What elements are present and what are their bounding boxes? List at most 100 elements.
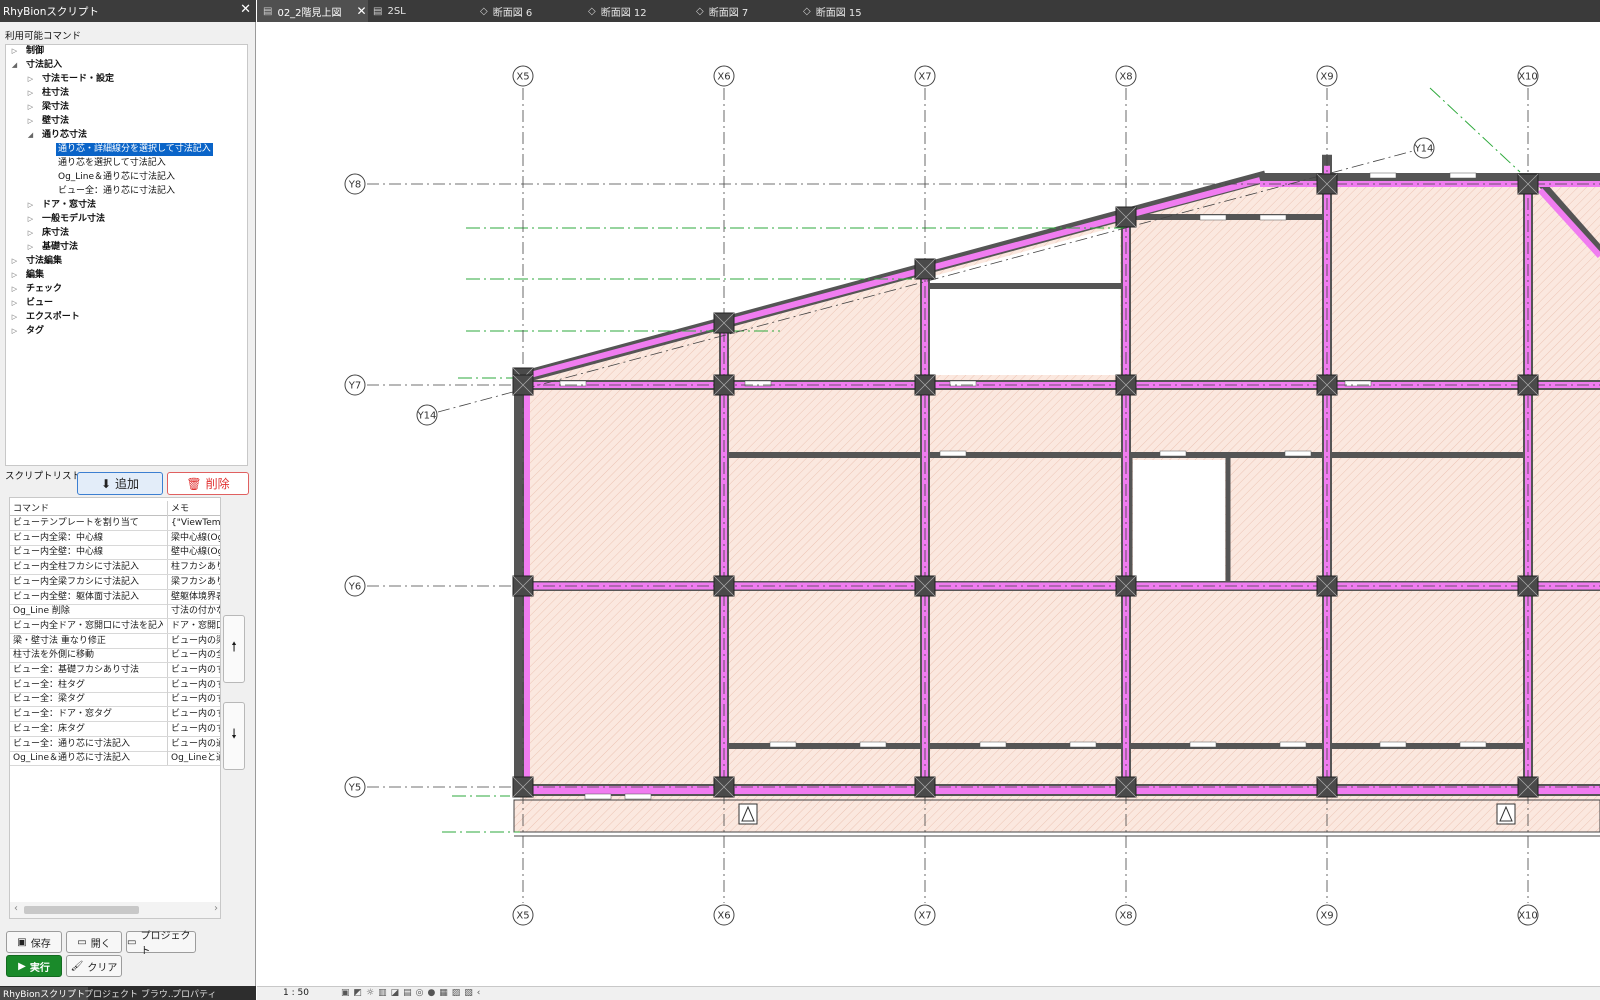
floor-plan-icon: ▤ [263, 5, 273, 17]
tab-label: 断面図 6 [492, 7, 533, 19]
panel-titlebar: RhyBionスクリプト ✕ [0, 0, 256, 22]
table-row[interactable]: ビュー全：ドア・窓タグ ビュー内のすべ [10, 707, 220, 723]
footing-strip [513, 799, 1600, 833]
collapsed-arrow-icon[interactable]: ▷ [10, 311, 19, 324]
scale-readout[interactable]: 1 : 50 [283, 988, 309, 998]
reference-line [1429, 87, 1521, 173]
collapsed-arrow-icon[interactable]: ▷ [26, 101, 35, 114]
table-row[interactable]: ビュー全：通り芯に寸法記入 ビュー内の通り [10, 736, 220, 752]
tab-2sl[interactable]: ▤ 2SL [367, 0, 467, 22]
window-opening [1159, 450, 1187, 457]
table-row[interactable]: Og_Line 削除 寸法の付かな [10, 604, 220, 620]
run-button-label: 実行 [29, 962, 50, 974]
run-button[interactable]: ▶ 実行 [6, 955, 62, 977]
table-row[interactable]: ビュー内全柱フカシに寸法記入 柱フカシあり寸 [10, 560, 220, 576]
tree-item-label: エクスポート [26, 312, 80, 322]
table-row[interactable]: ビュー全：床タグ ビュー内のすべ [10, 721, 220, 737]
table-row[interactable]: ビュー内全ドア・窓開口に寸法を記入ドア・窓開口に [10, 618, 220, 634]
column-header-command[interactable]: コマンド [13, 501, 49, 514]
cell-memo: 梁中心線(Og [167, 530, 220, 545]
drawing-canvas[interactable]: X5 X5 X6 X6 X7 X7 X8 X8 X9 X9 X10 X10 Y8 Y7 Y6 Y5 Y14 Y14 [257, 22, 1600, 986]
grid-bubble-label: Y14 [1414, 144, 1434, 155]
grid-bubble-label: Y7 [348, 381, 361, 392]
horizontal-scrollbar[interactable]: ‹ › [10, 902, 220, 918]
collapsed-arrow-icon[interactable]: ▷ [10, 269, 19, 282]
column-header-memo[interactable]: メモ [167, 501, 189, 516]
tab-section-15[interactable]: ◇ 断面図 15 [797, 0, 897, 22]
open-button-label: 開く [90, 938, 111, 950]
collapsed-arrow-icon[interactable]: ▷ [26, 213, 35, 226]
cell-command: ビュー内全ドア・窓開口に寸法を記入 [13, 620, 163, 631]
project-button-label: プロジェクト [140, 931, 191, 957]
grid-bubble-left: Y5 [344, 776, 366, 798]
open-button[interactable]: ▭ 開く [66, 931, 122, 953]
cell-command: Og_Line＆通り芯に寸法記入 [13, 753, 131, 764]
opening [1133, 460, 1225, 582]
floor-plan-drawing[interactable]: X5 X5 X6 X6 X7 X7 X8 X8 X9 X9 X10 X10 Y8 Y7 Y6 Y5 Y14 Y14 [257, 22, 1600, 986]
project-button[interactable]: ▭ プロジェクト [126, 931, 196, 957]
tab-section-12[interactable]: ◇ 断面図 12 [582, 0, 682, 22]
table-row[interactable]: ビューテンプレートを割り当て {"ViewTempla [10, 516, 220, 531]
grid-bubble-label: X10 [1518, 72, 1538, 83]
tree-item-label: 寸法記入 [26, 60, 63, 70]
close-icon[interactable]: ✕ [357, 4, 367, 18]
scroll-right-icon[interactable]: › [214, 903, 218, 914]
tab-floor-plan-2f[interactable]: ▤ 02_2階見上図 ✕ [257, 0, 368, 22]
cell-command: ビュー全：基礎フカシあり寸法 [13, 665, 140, 675]
bottom-tab-rhybion[interactable]: RhyBionスクリプト [0, 987, 89, 1000]
save-button-label: 保存 [30, 938, 51, 950]
window-opening [584, 793, 612, 800]
command-tree[interactable]: ▷ 制御 ◢ 寸法記入 ▷ 寸法モード・設定 ▷ 柱寸法 ▷ 梁寸法 ▷ 壁寸法 ◢ 通り芯寸法 通り芯・詳… [5, 44, 248, 466]
cell-memo: 寸法の付かな [167, 604, 220, 619]
tab-label: 断面図 7 [708, 7, 749, 19]
table-row[interactable]: 梁・壁寸法 重なり修正 ビュー内の梁寸 [10, 633, 220, 649]
collapsed-arrow-icon[interactable]: ▷ [10, 325, 19, 338]
play-icon: ▶ [18, 960, 26, 972]
clear-button[interactable]: 🖌 クリア [66, 955, 122, 977]
tree-item-label: 通り芯寸法 [42, 130, 88, 140]
add-button[interactable]: ⬇ 追加 [77, 472, 163, 495]
section-icon: ◇ [480, 5, 488, 17]
table-row[interactable]: Og_Line＆通り芯に寸法記入 Og_Lineと通り [10, 751, 220, 767]
collapsed-arrow-icon[interactable]: ▷ [10, 297, 19, 310]
save-button[interactable]: ▣ 保存 [6, 931, 62, 953]
move-up-button[interactable]: 🠕 [223, 615, 245, 683]
scroll-left-icon[interactable]: ‹ [14, 903, 18, 914]
table-row[interactable]: ビュー内全梁フカシに寸法記入 梁フカシあり寸 [10, 574, 220, 590]
grid-bubble-label: X6 [717, 72, 730, 83]
bottom-tab-project-browser[interactable]: プロジェクト ブラウ... [84, 987, 176, 1000]
collapsed-arrow-icon[interactable]: ▷ [26, 241, 35, 254]
delete-button[interactable]: 🗑 削除 [167, 472, 249, 495]
tab-section-7[interactable]: ◇ 断面図 7 [690, 0, 790, 22]
table-row[interactable]: ビュー内全壁：躯体面寸法記入 壁躯体境界表 [10, 589, 220, 605]
collapsed-arrow-icon[interactable]: ▷ [10, 255, 19, 268]
collapsed-arrow-icon[interactable]: ▷ [26, 199, 35, 212]
cell-command: ビュー内全柱フカシに寸法記入 [13, 562, 140, 573]
table-row[interactable]: ビュー全：柱タグ ビュー内のすべ [10, 677, 220, 693]
window-opening [624, 793, 652, 800]
table-row[interactable]: ビュー全：基礎フカシあり寸法 ビュー内のすべ [10, 663, 220, 678]
tab-section-6[interactable]: ◇ 断面図 6 [474, 0, 574, 22]
scroll-thumb[interactable] [24, 906, 139, 914]
collapsed-arrow-icon[interactable]: ▷ [26, 227, 35, 240]
close-icon[interactable]: ✕ [240, 2, 251, 17]
view-control-icons[interactable]: ▣◩☼▥◪▤◎●▦▨▧‹ [341, 988, 484, 998]
table-row[interactable]: ビュー内全壁：中心線 壁中心線(Og [10, 545, 220, 561]
script-table[interactable]: コマンド メモ ビューテンプレートを割り当て{"ViewTemplaビュー内全梁… [9, 497, 221, 919]
grid-bubble-top: X10 [1517, 65, 1539, 87]
expanded-arrow-icon[interactable]: ◢ [26, 129, 35, 142]
table-row[interactable]: ビュー内全梁：中心線 梁中心線(Og [10, 530, 220, 546]
bottom-tab-properties[interactable]: プロパティ [172, 987, 216, 1000]
collapsed-arrow-icon[interactable]: ▷ [10, 45, 19, 58]
collapsed-arrow-icon[interactable]: ▷ [26, 73, 35, 86]
collapsed-arrow-icon[interactable]: ▷ [10, 283, 19, 296]
expanded-arrow-icon[interactable]: ◢ [10, 59, 19, 72]
table-row[interactable]: 柱寸法を外側に移動 ビュー内の全柱 [10, 648, 220, 664]
collapsed-arrow-icon[interactable]: ▷ [26, 115, 35, 128]
cell-command: ビューテンプレートを割り当て [13, 518, 139, 528]
move-down-button[interactable]: 🠗 [223, 702, 245, 770]
collapsed-arrow-icon[interactable]: ▷ [26, 87, 35, 100]
available-commands-label: 利用可能コマンド [5, 31, 82, 42]
cell-memo: ビュー内の通り [167, 736, 220, 751]
table-row[interactable]: ビュー全：梁タグ ビュー内のすべ [10, 692, 220, 708]
